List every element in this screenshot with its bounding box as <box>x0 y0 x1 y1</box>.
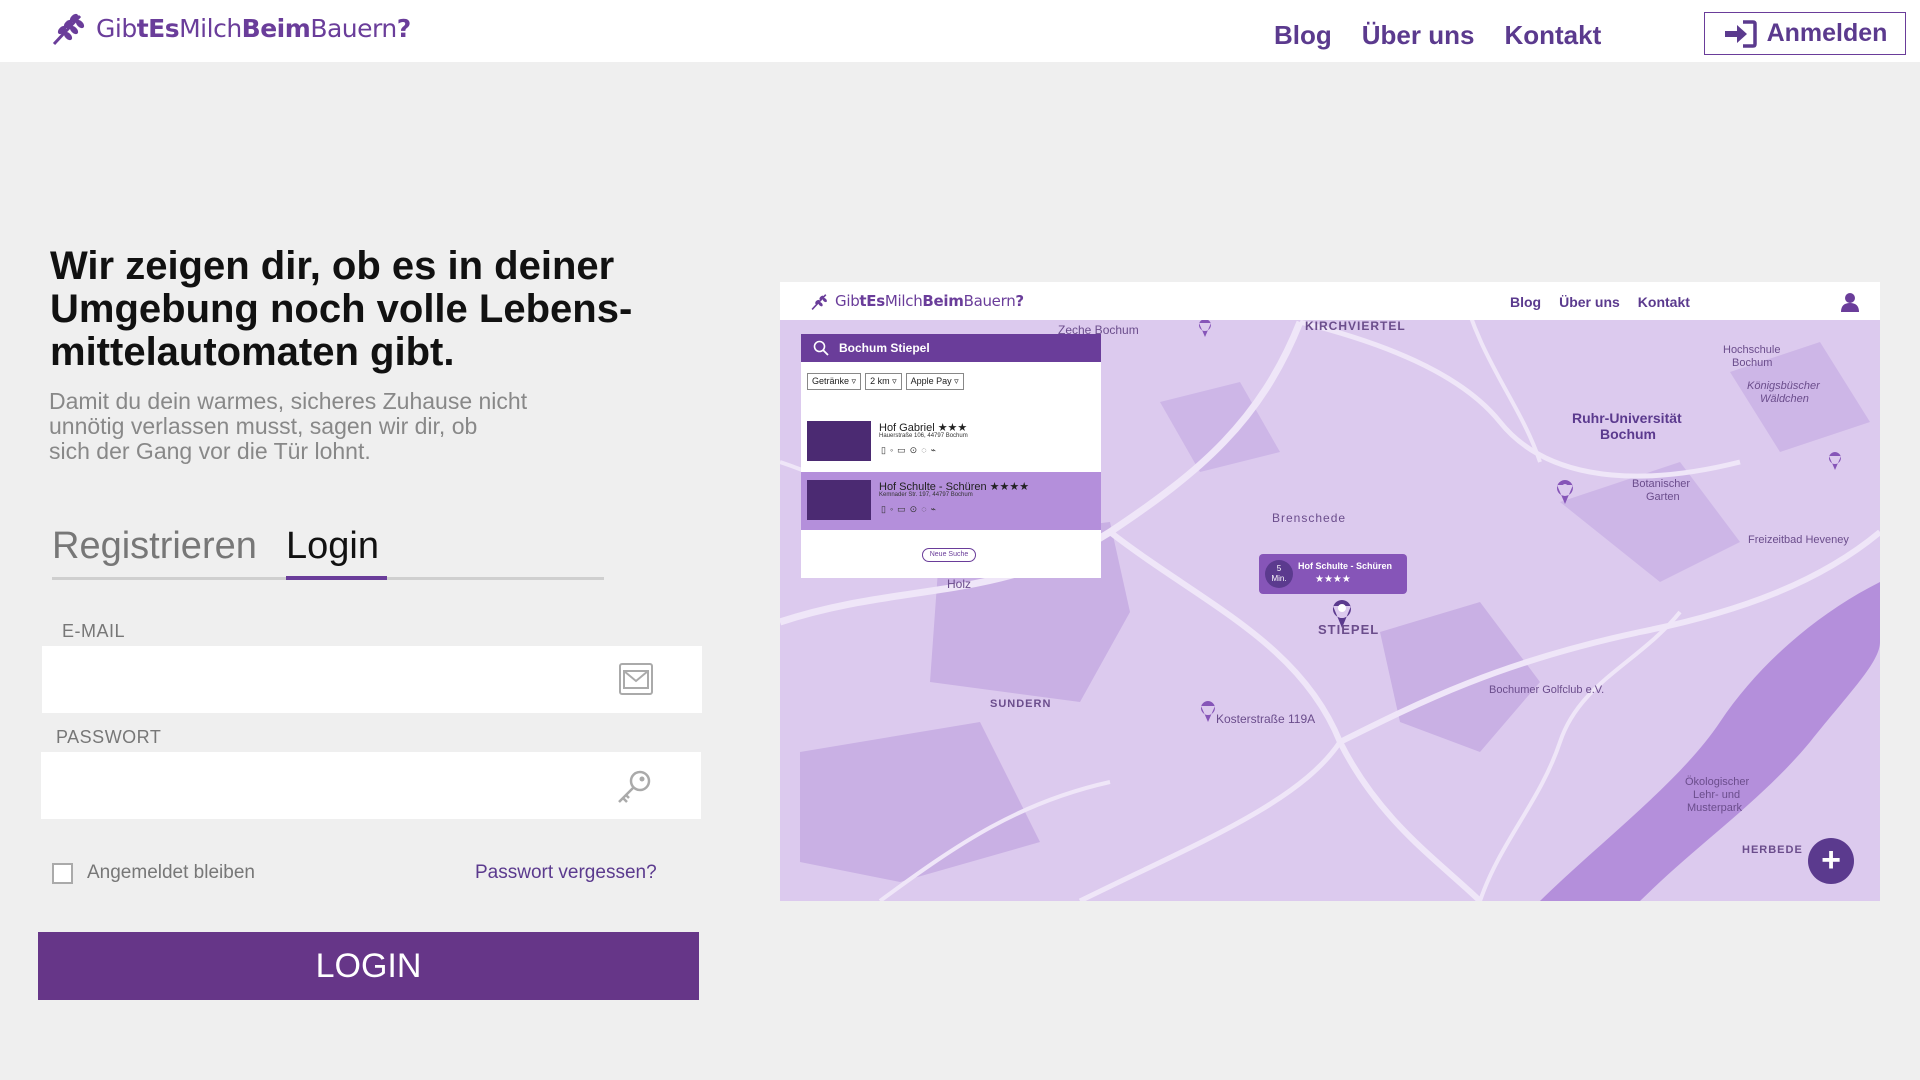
preview-filter-chip: Apple Pay ▿ <box>905 373 964 390</box>
map-label: Botanischer <box>1632 478 1691 490</box>
map-label: Ökologischer <box>1685 776 1750 788</box>
signin-label: Anmelden <box>1766 19 1888 47</box>
email-field-wrapper <box>42 646 702 713</box>
preview-filter-row: Getränke ▿ 2 km ▿ Apple Pay ▿ <box>801 362 1101 390</box>
map-label: Holz <box>947 577 972 591</box>
preview-top-bar: GibtEsMilchBeimBauern? Blog Über uns Kon… <box>780 282 1880 320</box>
map-label: Bochum <box>1600 426 1656 442</box>
login-submit-button[interactable]: LOGIN <box>38 932 699 1000</box>
preview-nav-blog: Blog <box>1510 294 1542 310</box>
preview-bubble-stars: ★★★★ <box>1315 574 1351 585</box>
preview-logo-wordmark: GibtEsMilchBeimBauern? <box>835 292 1024 310</box>
signin-button[interactable]: Anmelden <box>1704 12 1906 55</box>
tab-login[interactable]: Login <box>286 525 379 568</box>
map-label: Lehr- und <box>1693 789 1741 801</box>
preview-location-bubble: 5 Min. Hof Schulte - Schüren ★★★★ <box>1259 554 1407 594</box>
preview-add-button: + <box>1808 838 1854 884</box>
auth-tabs: Registrieren Login <box>52 525 604 580</box>
password-field-wrapper <box>41 752 701 819</box>
hero-line: mittelautomaten gibt. <box>50 330 455 374</box>
preview-filter-chip: Getränke ▿ <box>807 373 862 390</box>
remember-label: Angemeldet bleiben <box>87 862 255 883</box>
preview-walk-time: 5 Min. <box>1265 560 1293 588</box>
active-tab-indicator <box>286 576 387 580</box>
logo-wordmark: GibtEsMilchBeimBauern? <box>96 13 411 43</box>
main-nav: Blog Über uns Kontakt <box>1274 20 1601 51</box>
subtitle-line: unnötig verlassen musst, sagen wir dir, … <box>49 413 478 439</box>
password-label: PASSWORT <box>56 727 162 747</box>
preview-new-search-button: Neue Suche <box>922 548 976 562</box>
top-navigation-bar: GibtEsMilchBeimBauern? Blog Über uns Kon… <box>0 0 1920 62</box>
preview-nav: Blog Über uns Kontakt <box>1510 294 1690 310</box>
map-label: Garten <box>1646 491 1680 503</box>
hero-subtitle: Damit du dein warmes, sicheres Zuhause n… <box>49 389 649 464</box>
map-label: Musterpark <box>1687 802 1743 814</box>
preview-nav-contact: Kontakt <box>1637 294 1690 310</box>
preview-result-icons: ▯◦▭⊙◌⌁ <box>881 445 940 455</box>
map-label: SUNDERN <box>990 698 1052 710</box>
remember-checkbox[interactable] <box>52 862 73 884</box>
preview-filter-chip: 2 km ▿ <box>865 373 902 390</box>
map-label: Bochumer Golfclub e.V. <box>1489 684 1605 696</box>
nav-link-about[interactable]: Über uns <box>1362 20 1475 51</box>
hero-line: Umgebung noch volle Lebens- <box>50 287 633 331</box>
hero-line: Wir zeigen dir, ob es in deiner <box>50 244 615 288</box>
key-icon <box>618 770 651 803</box>
app-preview-image: GibtEsMilchBeimBauern? Blog Über uns Kon… <box>780 282 1880 901</box>
map-label: Bochum <box>1732 357 1773 369</box>
map-label: Kosterstraße 119A <box>1216 712 1316 726</box>
map-label: Freizeitbad Heveney <box>1748 534 1849 546</box>
preview-result-item-active: Hof Schulte - Schüren ★★★★ Kemnader Str.… <box>801 472 1101 530</box>
map-label: Königsbüscher <box>1747 380 1820 392</box>
preview-bubble-name: Hof Schulte - Schüren <box>1298 561 1393 571</box>
wheat-icon <box>52 13 85 46</box>
preview-result-item: Hof Gabriel ★★★ Hauerstraße 106, 44797 B… <box>801 413 1101 471</box>
map-label: Wäldchen <box>1760 393 1809 405</box>
subtitle-line: sich der Gang vor die Tür lohnt. <box>49 438 371 464</box>
hero-headline: Wir zeigen dir, ob es in deiner Umgebung… <box>50 245 690 374</box>
subtitle-line: Damit du dein warmes, sicheres Zuhause n… <box>49 388 528 414</box>
preview-result-address: Kemnader Str. 197, 44797 Bochum <box>879 492 973 498</box>
nav-link-blog[interactable]: Blog <box>1274 20 1332 51</box>
sign-in-icon <box>1724 19 1757 48</box>
remember-me: Angemeldet bleiben <box>52 862 255 884</box>
preview-search-header: Bochum Stiepel <box>801 334 1101 362</box>
preview-result-icons: ▯◦▭⊙◌⌁ <box>881 504 940 514</box>
preview-nav-about: Über uns <box>1559 294 1620 310</box>
wheat-icon <box>811 294 827 310</box>
preview-logo: GibtEsMilchBeimBauern? <box>810 291 1024 311</box>
user-icon <box>1841 293 1859 312</box>
map-label: STIEPEL <box>1318 622 1380 637</box>
map-label: Hochschule <box>1723 344 1781 356</box>
map-label: Brenschede <box>1272 511 1347 525</box>
email-label: E-MAIL <box>62 621 126 641</box>
tab-register[interactable]: Registrieren <box>52 525 257 568</box>
map-label: HERBEDE <box>1742 844 1803 856</box>
map-label: Ruhr-Universität <box>1572 410 1682 426</box>
logo[interactable]: GibtEsMilchBeimBauern? <box>50 10 411 46</box>
preview-result-image <box>807 480 871 520</box>
forgot-password-link[interactable]: Passwort vergessen? <box>475 862 657 884</box>
map-label: KIRCHVIERTEL <box>1305 319 1406 333</box>
search-icon <box>813 340 829 356</box>
envelope-icon <box>619 663 653 695</box>
password-field[interactable] <box>41 752 701 819</box>
preview-result-address: Hauerstraße 106, 44797 Bochum <box>879 433 968 439</box>
email-field[interactable] <box>42 646 702 713</box>
nav-link-contact[interactable]: Kontakt <box>1504 20 1601 51</box>
preview-search-query: Bochum Stiepel <box>839 341 930 355</box>
preview-result-image <box>807 421 871 461</box>
preview-search-panel: Bochum Stiepel Getränke ▿ 2 km ▿ Apple P… <box>801 334 1101 578</box>
